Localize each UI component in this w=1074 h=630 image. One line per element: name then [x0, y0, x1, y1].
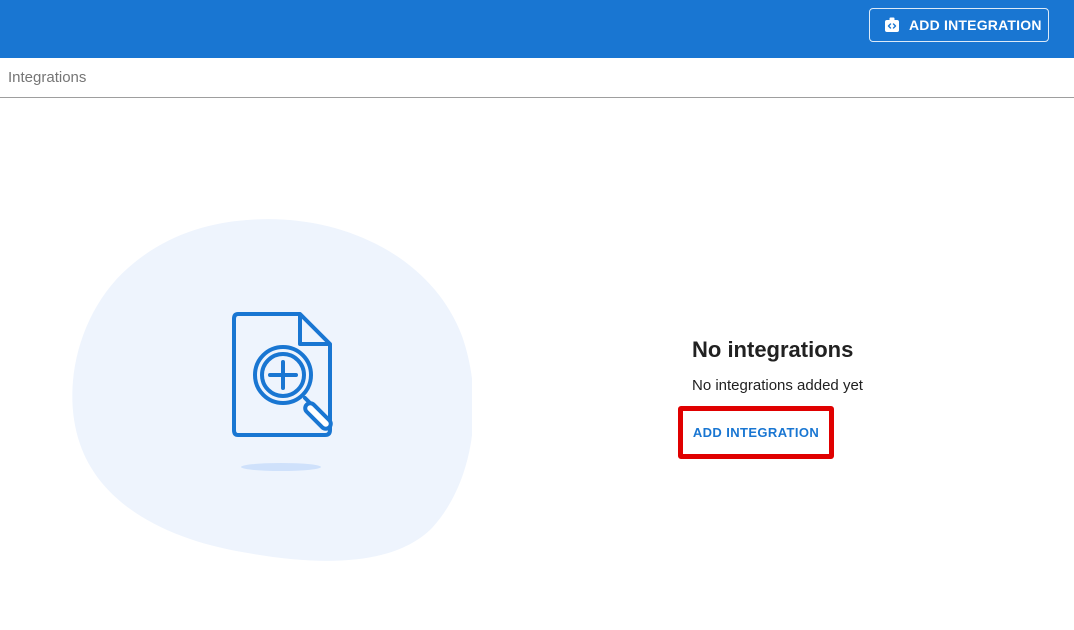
extension-add-icon — [884, 17, 900, 33]
document-search-add-icon — [232, 312, 333, 437]
header-add-integration-label: ADD INTEGRATION — [909, 17, 1042, 33]
empty-state-title: No integrations — [692, 337, 854, 362]
breadcrumb: Integrations — [0, 58, 1074, 98]
header-add-integration-button[interactable]: ADD INTEGRATION — [869, 8, 1049, 42]
illustration-shadow — [241, 463, 321, 471]
top-app-bar: ADD INTEGRATION — [0, 0, 1074, 58]
empty-state-add-integration-button[interactable]: ADD INTEGRATION — [686, 414, 826, 451]
breadcrumb-current: Integrations — [8, 69, 87, 86]
empty-state-subtitle: No integrations added yet — [692, 377, 863, 394]
